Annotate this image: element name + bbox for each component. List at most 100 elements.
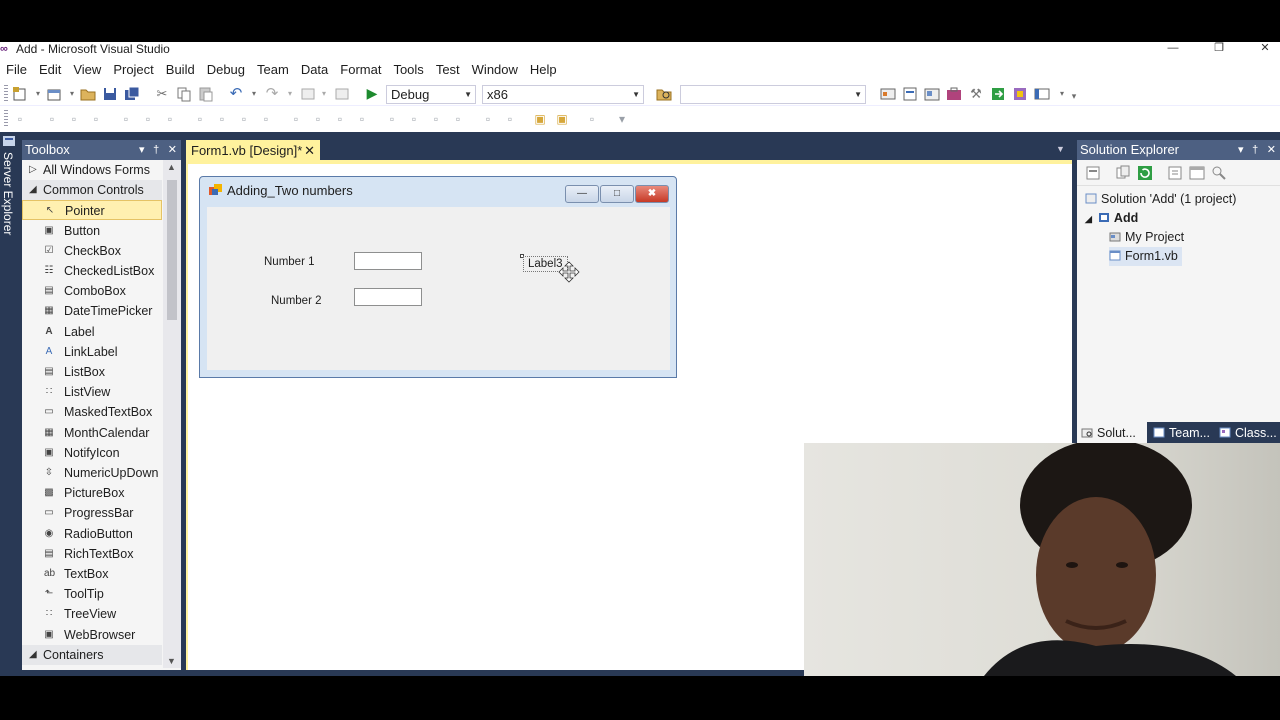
layout-overflow-icon[interactable]: ▾ <box>614 111 630 127</box>
properties-icon[interactable] <box>1085 165 1101 181</box>
menu-build[interactable]: Build <box>160 58 201 82</box>
project-node[interactable]: ◢ Add <box>1085 209 1138 228</box>
extensions-icon[interactable]: ⚒ <box>968 86 984 102</box>
toolbox-item-radiobutton[interactable]: ◉ RadioButton <box>22 524 162 544</box>
cut-icon[interactable]: ✂ <box>154 86 170 102</box>
tab-solution-explorer[interactable]: Solut... <box>1077 422 1147 444</box>
menu-file[interactable]: File <box>0 58 33 82</box>
designed-form-window[interactable]: Adding_Two numbers — □ ✖ Number 1 Number… <box>199 176 677 378</box>
toolbox-item-button[interactable]: ▣ Button <box>22 221 162 241</box>
class-view-icon[interactable] <box>1012 86 1028 102</box>
make-same-width-icon[interactable]: ▫ <box>192 111 208 127</box>
toolbox-item-listview[interactable]: ∷ ListView <box>22 382 162 402</box>
menu-data[interactable]: Data <box>295 58 334 82</box>
form-maximize-button[interactable]: □ <box>600 185 634 203</box>
bring-to-front-icon[interactable]: ▣ <box>532 111 548 127</box>
copy-icon[interactable] <box>176 86 192 102</box>
form-client-area[interactable]: Number 1 Number 2 Label3 <box>207 207 670 370</box>
increase-vertical-spacing-icon[interactable]: ▫ <box>406 111 422 127</box>
properties-icon[interactable] <box>902 86 918 102</box>
align-centers-icon[interactable]: ▫ <box>66 111 82 127</box>
toolbox-item-maskedtextbox[interactable]: ▭ MaskedTextBox <box>22 402 162 422</box>
menu-window[interactable]: Window <box>466 58 524 82</box>
object-browser-icon[interactable] <box>924 86 940 102</box>
undo-dropdown-icon[interactable]: ▾ <box>246 86 262 102</box>
toolbox-item-datetimepicker[interactable]: ▦ DateTimePicker <box>22 301 162 321</box>
add-item-icon[interactable] <box>46 86 62 102</box>
toolbox-item-textbox[interactable]: ab TextBox <box>22 564 162 584</box>
class-diagram-icon[interactable] <box>1211 165 1227 181</box>
toolbox-item-monthcalendar[interactable]: ▦ MonthCalendar <box>22 423 162 443</box>
toolbar-overflow-icon[interactable]: ▾ <box>1066 88 1082 104</box>
make-same-size-icon[interactable]: ▫ <box>236 111 252 127</box>
new-project-dropdown-icon[interactable]: ▾ <box>30 86 46 102</box>
form1-node[interactable]: Form1.vb <box>1109 247 1182 266</box>
make-vertical-spacing-equal-icon[interactable]: ▫ <box>384 111 400 127</box>
align-to-grid-icon[interactable]: ▫ <box>12 111 28 127</box>
form-minimize-button[interactable]: — <box>565 185 599 203</box>
center-vertically-icon[interactable]: ▫ <box>502 111 518 127</box>
chevron-down-icon[interactable]: ◢ <box>1085 214 1092 224</box>
refresh-icon[interactable] <box>1137 165 1153 181</box>
textbox-number2[interactable] <box>354 288 422 306</box>
toolbox-item-tooltip[interactable]: ⬑ ToolTip <box>22 584 162 604</box>
form-close-button[interactable]: ✖ <box>635 185 669 203</box>
toolbox-item-pointer[interactable]: ↖ Pointer <box>22 200 162 221</box>
toolbox-item-checkbox[interactable]: ☑ CheckBox <box>22 241 162 261</box>
tab-team-explorer[interactable]: Team... <box>1149 422 1215 444</box>
toolbox-category[interactable]: ▷ All Windows Forms <box>22 160 162 180</box>
menu-help[interactable]: Help <box>524 58 563 82</box>
menu-team[interactable]: Team <box>251 58 295 82</box>
solution-configuration-select[interactable]: Debug ▼ <box>386 85 476 104</box>
my-project-node[interactable]: My Project <box>1109 228 1184 247</box>
close-button[interactable]: ✕ <box>1250 42 1280 56</box>
scroll-down-icon[interactable]: ▼ <box>167 656 176 666</box>
chevron-right-icon[interactable]: ▷ <box>29 160 37 180</box>
scrollbar-thumb[interactable] <box>167 180 177 320</box>
open-file-icon[interactable] <box>80 86 96 102</box>
toolbox-item-linklabel[interactable]: A LinkLabel <box>22 342 162 362</box>
tab-form1-design[interactable]: Form1.vb [Design]* ✕ <box>186 140 320 161</box>
server-explorer-strip[interactable]: Server Explorer <box>0 132 18 676</box>
toolbox-item-label[interactable]: A Label <box>22 322 162 342</box>
tab-order-icon[interactable]: ▫ <box>584 111 600 127</box>
view-code-icon[interactable] <box>1167 165 1183 181</box>
make-horizontal-spacing-equal-icon[interactable]: ▫ <box>288 111 304 127</box>
toolbox-window-icon[interactable] <box>946 86 962 102</box>
align-bottoms-icon[interactable]: ▫ <box>162 111 178 127</box>
start-page-icon[interactable] <box>1034 86 1050 102</box>
navigate-forward-icon[interactable] <box>334 86 350 102</box>
label-number1[interactable]: Number 1 <box>264 256 315 268</box>
toolbar-grip[interactable] <box>4 85 8 103</box>
toolbox-item-combobox[interactable]: ▤ ComboBox <box>22 281 162 301</box>
toolbox-item-picturebox[interactable]: ▩ PictureBox <box>22 483 162 503</box>
chevron-down-icon[interactable]: ◢ <box>29 180 37 200</box>
tab-class-view[interactable]: Class... <box>1215 422 1280 444</box>
document-list-dropdown-icon[interactable]: ▼ <box>1056 144 1065 154</box>
redo-icon[interactable]: ↷ <box>264 86 280 102</box>
toolbox-item-listbox[interactable]: ▤ ListBox <box>22 362 162 382</box>
save-all-icon[interactable] <box>124 86 140 102</box>
decrease-horizontal-spacing-icon[interactable]: ▫ <box>332 111 348 127</box>
menu-test[interactable]: Test <box>430 58 466 82</box>
align-middles-icon[interactable]: ▫ <box>140 111 156 127</box>
solution-node[interactable]: Solution 'Add' (1 project) <box>1085 190 1236 209</box>
navigate-backward-icon[interactable] <box>300 86 316 102</box>
server-explorer-icon[interactable] <box>2 134 16 148</box>
undo-icon[interactable]: ↶ <box>228 86 244 102</box>
toolbox-item-notifyicon[interactable]: ▣ NotifyIcon <box>22 443 162 463</box>
toolbox-item-treeview[interactable]: ∷ TreeView <box>22 604 162 624</box>
solution-explorer-header-buttons[interactable]: ▾ † ✕ <box>1238 140 1276 160</box>
chevron-down-icon[interactable]: ◢ <box>29 645 37 665</box>
remove-horizontal-spacing-icon[interactable]: ▫ <box>354 111 370 127</box>
toolbox-item-checkedlistbox[interactable]: ☷ CheckedListBox <box>22 261 162 281</box>
toolbox-category[interactable]: ◢ Common Controls <box>22 180 162 201</box>
label-number2[interactable]: Number 2 <box>271 295 322 307</box>
toolbox-scrollbar[interactable]: ▲ ▼ <box>163 160 181 668</box>
solution-explorer-icon[interactable] <box>880 86 896 102</box>
minimize-button[interactable]: — <box>1158 42 1188 56</box>
size-to-grid-icon[interactable]: ▫ <box>258 111 274 127</box>
toolbox-item-webbrowser[interactable]: ▣ WebBrowser <box>22 625 162 645</box>
scroll-up-icon[interactable]: ▲ <box>167 162 176 172</box>
redo-dropdown-icon[interactable]: ▾ <box>282 86 298 102</box>
